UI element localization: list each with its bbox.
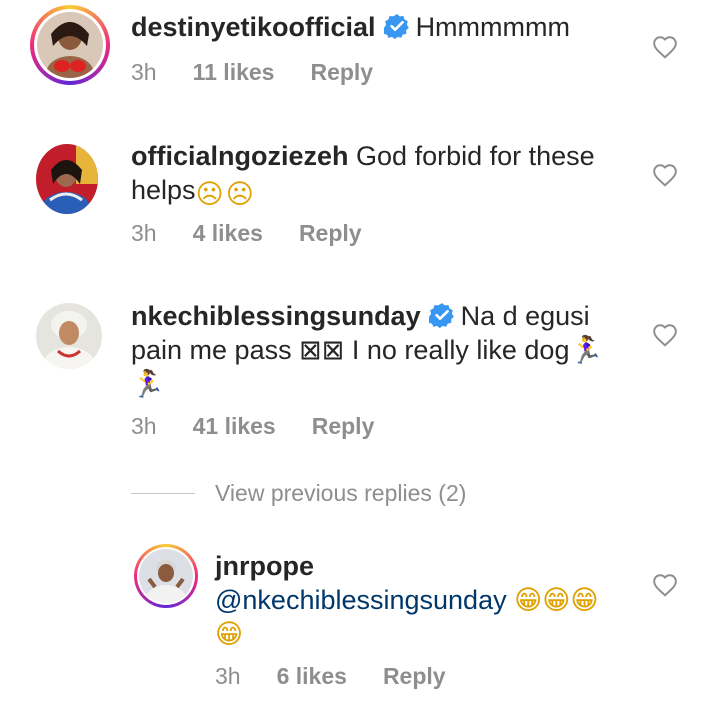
mention-link[interactable]: @nkechiblessingsunday — [215, 585, 507, 615]
likes-count[interactable]: 11 likes — [193, 59, 275, 85]
comment-body: Na d egusi — [460, 301, 590, 331]
comment-username[interactable]: destinyetikoofficial — [131, 12, 376, 42]
comment-body-line: 🏃‍♀ — [131, 369, 165, 399]
frowning-face-icon: ☹☹ — [195, 179, 256, 209]
comment-body: Hmmmmmm — [415, 12, 571, 42]
reply-button[interactable]: Reply — [312, 413, 375, 439]
heart-icon[interactable] — [652, 323, 678, 347]
grinning-face-icon: 😁 — [215, 619, 244, 649]
comment-text: destinyetikoofficial Hmmmmmm — [131, 10, 570, 44]
comment-text: officialngoziezeh God forbid for these h… — [131, 139, 631, 211]
reply-button[interactable]: Reply — [299, 220, 362, 246]
comment-time: 3h — [131, 413, 157, 439]
reply-button[interactable]: Reply — [383, 663, 446, 689]
comment-meta: 3h 11 likes Reply — [131, 59, 409, 86]
verified-badge-icon — [383, 14, 409, 39]
comment-text: nkechiblessingsunday Na d egusi pain me p… — [131, 299, 651, 401]
comment-meta: 3h 6 likes Reply — [215, 663, 482, 690]
heart-icon[interactable] — [652, 163, 678, 187]
likes-count[interactable]: 4 likes — [193, 220, 263, 246]
comment-text: jnrpope @nkechiblessingsunday 😁😁😁 😁 — [215, 549, 645, 651]
view-previous-replies-button[interactable]: View previous replies (2) — [215, 480, 466, 507]
comment-username[interactable]: nkechiblessingsunday — [131, 301, 421, 331]
comment-body-line: pain me pass ⊠⊠ I no really like dog🏃‍♀ — [131, 335, 604, 365]
comment-username[interactable]: jnrpope — [215, 549, 645, 583]
verified-badge-icon — [428, 303, 454, 328]
avatar[interactable] — [30, 5, 110, 85]
likes-count[interactable]: 41 likes — [193, 413, 276, 439]
comment-meta: 3h 41 likes Reply — [131, 413, 410, 440]
avatar[interactable] — [134, 544, 198, 608]
comment-meta: 3h 4 likes Reply — [131, 220, 398, 247]
avatar[interactable] — [36, 303, 102, 369]
comment-time: 3h — [131, 59, 157, 85]
comment-username[interactable]: officialngoziezeh — [131, 141, 349, 171]
heart-icon[interactable] — [652, 573, 678, 597]
comment-time: 3h — [215, 663, 241, 689]
comment-time: 3h — [131, 220, 157, 246]
avatar[interactable] — [36, 144, 98, 214]
replies-divider — [131, 493, 195, 494]
heart-icon[interactable] — [652, 35, 678, 59]
grinning-face-icon: 😁😁😁 — [514, 585, 599, 615]
reply-button[interactable]: Reply — [310, 59, 373, 85]
likes-count[interactable]: 6 likes — [277, 663, 347, 689]
